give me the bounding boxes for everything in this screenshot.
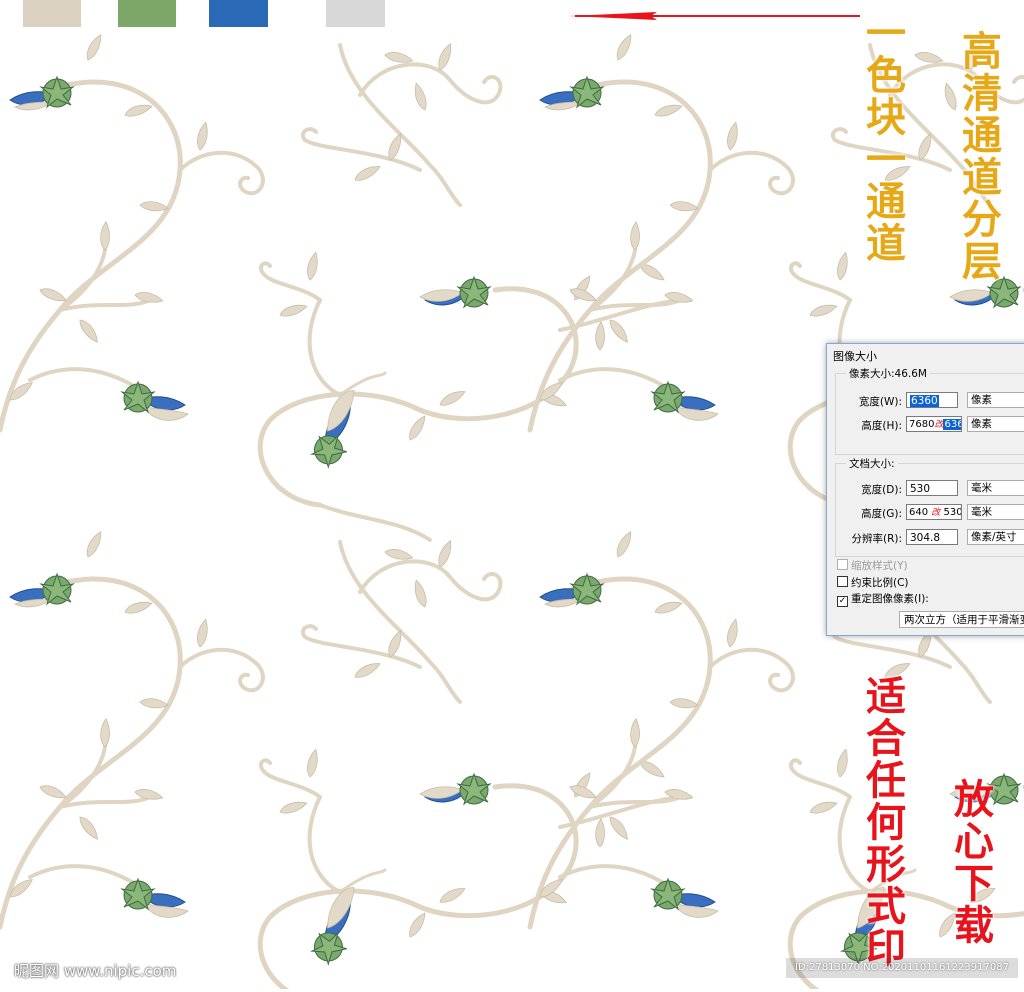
image-id-watermark: ID:27813070 NO:20201101161223917087 <box>786 958 1018 978</box>
constrain-proportions-checkbox[interactable]: 约束比例(C) <box>837 576 909 590</box>
color-swatch-beige <box>23 0 81 27</box>
resolution-label: 分辨率(R): <box>851 533 902 545</box>
site-watermark: 昵图网 www.nipic.com <box>14 962 177 980</box>
document-size-group: 文档大小: 宽度(D): 530 毫米 高度(G): 640 改 530 毫米 … <box>835 456 1024 557</box>
document-size-label: 文档大小: <box>846 456 898 471</box>
color-swatch-blue <box>209 0 268 27</box>
red-arrow-icon <box>569 12 860 20</box>
height-label: 高度(H): <box>861 420 902 432</box>
resample-checkbox[interactable]: ✓ 重定图像像素(I): <box>837 593 929 607</box>
pixel-size-label: 像素大小:46.6M <box>846 366 930 381</box>
resample-method-select[interactable]: 两次立方（适用于平滑渐变 <box>899 611 1024 628</box>
image-size-dialog: 图像大小 像素大小:46.6M 宽度(W): 6360 像素⌵ 高度(H): 7… <box>826 343 1024 636</box>
doc-width-label: 宽度(D): <box>861 484 902 496</box>
dialog-title: 图像大小 <box>833 350 877 363</box>
annotation-download-safely: 放心下载 <box>947 778 994 946</box>
width-label: 宽度(W): <box>858 396 902 408</box>
annotation-channel-separation: 高清通道分层 <box>955 30 1002 282</box>
doc-height-label: 高度(G): <box>861 508 902 520</box>
height-unit-select[interactable]: 像素⌵ <box>967 416 1024 432</box>
color-swatch-green <box>118 0 176 27</box>
doc-width-input[interactable]: 530 <box>906 480 958 496</box>
width-input[interactable]: 6360 <box>906 392 958 408</box>
doc-height-unit-select[interactable]: 毫米 <box>967 504 1024 520</box>
height-input[interactable]: 7680改6360 <box>906 416 962 432</box>
resolution-input[interactable]: 304.8 <box>906 529 958 545</box>
color-swatch-gray <box>326 0 385 27</box>
scale-styles-checkbox[interactable]: 缩放样式(Y) <box>837 559 908 573</box>
annotation-suitable-any-form: 适合任何形式印 <box>859 675 906 969</box>
doc-height-input[interactable]: 640 改 530 <box>906 504 962 520</box>
doc-width-unit-select[interactable]: 毫米 <box>967 480 1024 496</box>
width-unit-select[interactable]: 像素⌵ <box>967 392 1024 408</box>
annotation-one-block-one-channel: 一色块一通道 <box>859 12 906 264</box>
resolution-unit-select[interactable]: 像素/英寸 <box>967 529 1024 545</box>
pixel-size-group: 像素大小:46.6M 宽度(W): 6360 像素⌵ 高度(H): 7680改6… <box>835 366 1024 455</box>
